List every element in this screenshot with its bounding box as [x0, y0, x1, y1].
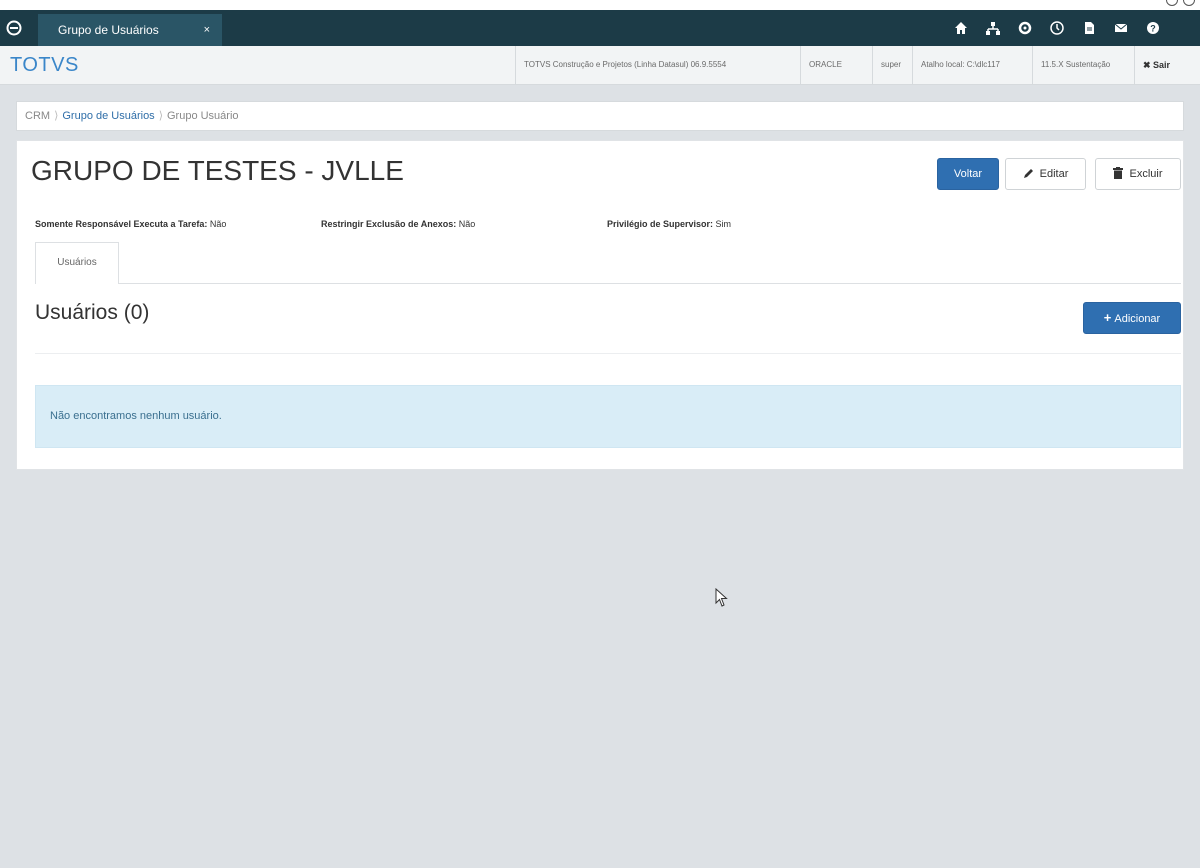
svg-text:?: ? — [1150, 24, 1156, 34]
menubar: Grupo de Usuários × ? — [0, 10, 1200, 46]
pencil-icon — [1023, 169, 1033, 178]
property-label: Privilégio de Supervisor: — [607, 219, 714, 229]
help-icon[interactable]: ? — [1144, 19, 1162, 37]
property-value: Não — [209, 219, 227, 229]
plus-icon: + — [1103, 310, 1112, 325]
tab-label: Grupo de Usuários — [58, 23, 159, 37]
edit-button[interactable]: Editar — [1005, 158, 1086, 190]
mail-icon[interactable] — [1112, 19, 1130, 37]
product-info: TOTVS Construção e Projetos (Linha Datas… — [515, 46, 734, 84]
add-label: Adicionar — [1114, 313, 1161, 325]
edit-label: Editar — [1039, 168, 1069, 180]
document-icon[interactable] — [1080, 19, 1098, 37]
breadcrumb: CRM ⟩ Grupo de Usuários ⟩ Grupo Usuário — [16, 101, 1184, 131]
delete-button[interactable]: Excluir — [1095, 158, 1181, 190]
property-supervisor-privilege: Privilégio de Supervisor: Sim — [607, 219, 731, 229]
back-button[interactable]: Voltar — [937, 158, 999, 190]
trash-icon — [1113, 167, 1124, 179]
property-responsible-only: Somente Responsável Executa a Tarefa: Nã… — [35, 219, 226, 229]
property-restrict-attachments: Restringir Exclusão de Anexos: Não — [321, 219, 475, 229]
version-info: 11.5.X Sustentação — [1032, 46, 1118, 84]
users-heading: Usuários (0) — [35, 301, 150, 324]
breadcrumb-separator: ⟩ — [54, 110, 59, 122]
tab-usuarios[interactable]: Usuários — [35, 242, 119, 284]
totvs-logo-icon[interactable] — [6, 20, 22, 36]
property-value: Não — [458, 219, 476, 229]
user-info: super — [872, 46, 909, 84]
app-header: TOTVS TOTVS Construção e Projetos (Linha… — [0, 46, 1200, 85]
home-icon[interactable] — [952, 19, 970, 37]
breadcrumb-current: Grupo Usuário — [166, 110, 239, 122]
breadcrumb-separator: ⟩ — [158, 110, 163, 122]
sitemap-icon[interactable] — [984, 19, 1002, 37]
breadcrumb-grupo-de-usuarios[interactable]: Grupo de Usuários — [62, 110, 154, 122]
clock-icon[interactable] — [1048, 19, 1066, 37]
empty-users-alert: Não encontramos nenhum usuário. — [35, 385, 1181, 448]
mouse-cursor-icon — [715, 588, 728, 607]
page-title: GRUPO DE TESTES - JVLLE — [31, 155, 404, 186]
tab-grupo-de-usuarios[interactable]: Grupo de Usuários × — [38, 14, 222, 46]
brand-logo[interactable]: TOTVS — [10, 54, 79, 77]
group-detail-panel: GRUPO DE TESTES - JVLLE Voltar Editar Ex… — [16, 140, 1184, 470]
delete-label: Excluir — [1129, 168, 1163, 180]
breadcrumb-crm[interactable]: CRM — [25, 110, 50, 122]
settings-icon[interactable] — [1016, 19, 1034, 37]
logout-link[interactable]: ✖ Sair — [1134, 46, 1178, 84]
browser-menu-icon[interactable] — [1183, 0, 1195, 6]
property-label: Restringir Exclusão de Anexos: — [321, 219, 457, 229]
shortcut-info: Atalho local: C:\dlc117 — [912, 46, 1008, 84]
profile-icon[interactable] — [1166, 0, 1178, 6]
browser-strip — [0, 0, 1200, 10]
detail-tabs: Usuários — [35, 242, 1181, 284]
database-info: ORACLE — [800, 46, 850, 84]
divider — [35, 353, 1181, 354]
property-label: Somente Responsável Executa a Tarefa: — [35, 219, 208, 229]
tab-close-icon[interactable]: × — [204, 14, 210, 46]
property-value: Sim — [715, 219, 732, 229]
add-user-button[interactable]: + Adicionar — [1083, 302, 1181, 334]
